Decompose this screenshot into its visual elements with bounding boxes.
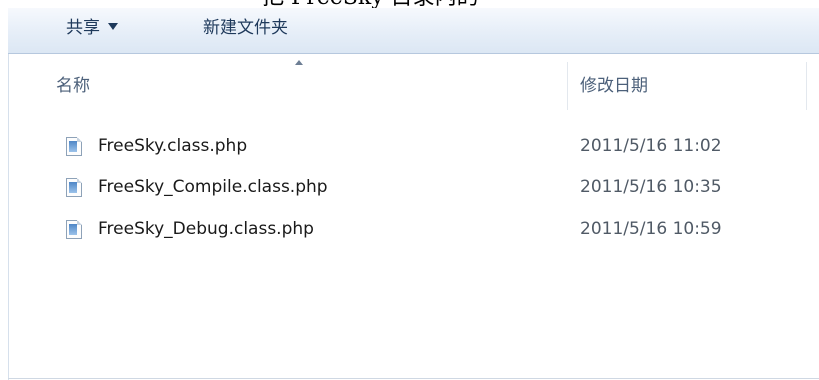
php-file-icon bbox=[66, 178, 82, 197]
column-header-name[interactable]: 名称 bbox=[56, 68, 556, 104]
sort-ascending-icon bbox=[295, 60, 303, 65]
php-file-icon bbox=[66, 220, 82, 239]
chevron-down-icon bbox=[108, 22, 118, 30]
pane-divider bbox=[8, 54, 9, 380]
share-button[interactable]: 共享 bbox=[66, 11, 118, 45]
file-name: FreeSky_Debug.class.php bbox=[98, 219, 314, 239]
new-folder-button[interactable]: 新建文件夹 bbox=[203, 11, 288, 45]
file-row[interactable]: FreeSky_Debug.class.php 2011/5/16 10:59 bbox=[52, 214, 792, 244]
php-file-icon bbox=[66, 137, 82, 156]
share-label: 共享 bbox=[66, 18, 100, 38]
file-date: 2011/5/16 10:35 bbox=[580, 177, 722, 197]
file-date: 2011/5/16 10:59 bbox=[580, 219, 722, 239]
column-header-date-modified[interactable]: 修改日期 bbox=[580, 68, 800, 104]
file-row[interactable]: FreeSky.class.php 2011/5/16 11:02 bbox=[52, 131, 792, 161]
pane-bottom-border bbox=[8, 378, 819, 379]
command-bar: 共享 新建文件夹 bbox=[8, 8, 819, 54]
file-name: FreeSky_Compile.class.php bbox=[98, 177, 328, 197]
column-divider[interactable] bbox=[806, 62, 807, 110]
file-name: FreeSky.class.php bbox=[98, 136, 248, 156]
file-date: 2011/5/16 11:02 bbox=[580, 136, 722, 156]
file-row[interactable]: FreeSky_Compile.class.php 2011/5/16 10:3… bbox=[52, 172, 792, 202]
explorer-window: 把 FreeSky 目录内的 共享 新建文件夹 名称 修改日期 FreeSky.… bbox=[0, 0, 819, 380]
column-divider[interactable] bbox=[567, 62, 568, 110]
